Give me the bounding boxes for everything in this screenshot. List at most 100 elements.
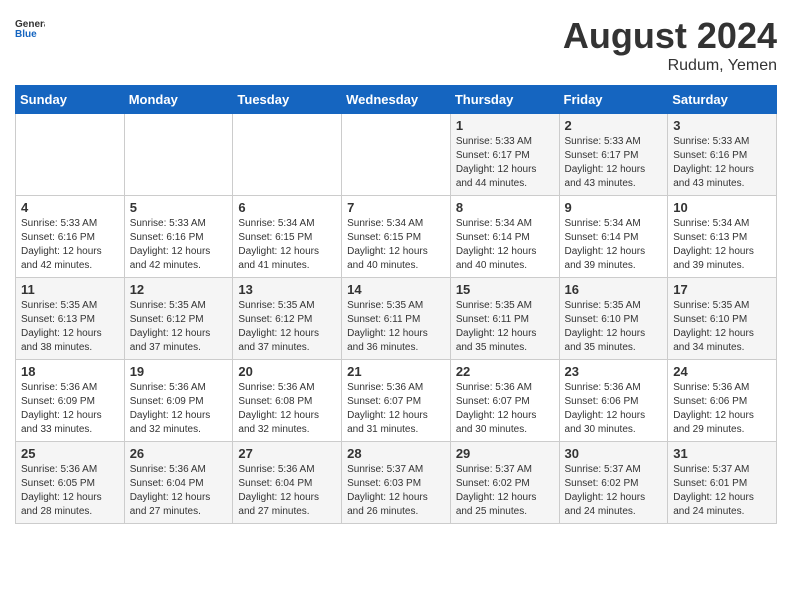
day-info: Sunrise: 5:37 AM Sunset: 6:03 PM Dayligh… [347, 463, 445, 519]
day-number: 4 [21, 200, 119, 215]
day-number: 19 [130, 364, 228, 379]
day-info: Sunrise: 5:36 AM Sunset: 6:06 PM Dayligh… [673, 381, 771, 437]
day-number: 17 [673, 282, 771, 297]
day-cell: 16 Sunrise: 5:35 AM Sunset: 6:10 PM Dayli… [559, 278, 668, 360]
day-header-wednesday: Wednesday [342, 86, 451, 114]
logo-icon: General Blue [15, 15, 45, 37]
day-info: Sunrise: 5:35 AM Sunset: 6:10 PM Dayligh… [565, 299, 663, 355]
day-cell [342, 114, 451, 196]
day-info: Sunrise: 5:37 AM Sunset: 6:02 PM Dayligh… [456, 463, 554, 519]
day-cell: 2Sunrise: 5:33 AM Sunset: 6:17 PM Daylig… [559, 114, 668, 196]
day-info: Sunrise: 5:36 AM Sunset: 6:08 PM Dayligh… [238, 381, 336, 437]
day-cell [124, 114, 233, 196]
day-number: 26 [130, 446, 228, 461]
day-header-monday: Monday [124, 86, 233, 114]
day-info: Sunrise: 5:37 AM Sunset: 6:02 PM Dayligh… [565, 463, 663, 519]
svg-text:Blue: Blue [15, 29, 37, 37]
day-info: Sunrise: 5:34 AM Sunset: 6:13 PM Dayligh… [673, 217, 771, 273]
day-cell: 6 Sunrise: 5:34 AM Sunset: 6:15 PM Daylig… [233, 196, 342, 278]
day-info: Sunrise: 5:34 AM Sunset: 6:15 PM Dayligh… [347, 217, 445, 273]
day-cell: 15Sunrise: 5:35 AM Sunset: 6:11 PM Dayli… [450, 278, 559, 360]
day-cell: 12 Sunrise: 5:35 AM Sunset: 6:12 PM Dayli… [124, 278, 233, 360]
day-cell: 19 Sunrise: 5:36 AM Sunset: 6:09 PM Dayli… [124, 360, 233, 442]
day-cell: 1 Sunrise: 5:33 AM Sunset: 6:17 PM Daylig… [450, 114, 559, 196]
day-info: Sunrise: 5:33 AM Sunset: 6:16 PM Dayligh… [673, 135, 771, 191]
week-row-2: 4 Sunrise: 5:33 AM Sunset: 6:16 PM Daylig… [16, 196, 777, 278]
day-cell: 24Sunrise: 5:36 AM Sunset: 6:06 PM Dayli… [668, 360, 777, 442]
day-cell: 25Sunrise: 5:36 AM Sunset: 6:05 PM Dayli… [16, 442, 125, 524]
day-cell: 9Sunrise: 5:34 AM Sunset: 6:14 PM Daylig… [559, 196, 668, 278]
day-number: 31 [673, 446, 771, 461]
day-cell: 29 Sunrise: 5:37 AM Sunset: 6:02 PM Dayli… [450, 442, 559, 524]
days-header-row: SundayMondayTuesdayWednesdayThursdayFrid… [16, 86, 777, 114]
week-row-1: 1 Sunrise: 5:33 AM Sunset: 6:17 PM Daylig… [16, 114, 777, 196]
day-info: Sunrise: 5:35 AM Sunset: 6:13 PM Dayligh… [21, 299, 119, 355]
day-info: Sunrise: 5:34 AM Sunset: 6:14 PM Dayligh… [456, 217, 554, 273]
day-info: Sunrise: 5:37 AM Sunset: 6:01 PM Dayligh… [673, 463, 771, 519]
day-info: Sunrise: 5:35 AM Sunset: 6:11 PM Dayligh… [347, 299, 445, 355]
day-number: 18 [21, 364, 119, 379]
day-info: Sunrise: 5:35 AM Sunset: 6:12 PM Dayligh… [238, 299, 336, 355]
week-row-3: 11 Sunrise: 5:35 AM Sunset: 6:13 PM Dayli… [16, 278, 777, 360]
logo: General Blue [15, 15, 45, 37]
day-info: Sunrise: 5:36 AM Sunset: 6:07 PM Dayligh… [347, 381, 445, 437]
day-number: 5 [130, 200, 228, 215]
day-info: Sunrise: 5:36 AM Sunset: 6:06 PM Dayligh… [565, 381, 663, 437]
day-cell [233, 114, 342, 196]
day-info: Sunrise: 5:35 AM Sunset: 6:10 PM Dayligh… [673, 299, 771, 355]
day-info: Sunrise: 5:35 AM Sunset: 6:12 PM Dayligh… [130, 299, 228, 355]
week-row-5: 25Sunrise: 5:36 AM Sunset: 6:05 PM Dayli… [16, 442, 777, 524]
day-cell: 4Sunrise: 5:33 AM Sunset: 6:16 PM Daylig… [16, 196, 125, 278]
day-number: 27 [238, 446, 336, 461]
day-cell: 23 Sunrise: 5:36 AM Sunset: 6:06 PM Dayli… [559, 360, 668, 442]
day-cell: 7 Sunrise: 5:34 AM Sunset: 6:15 PM Daylig… [342, 196, 451, 278]
day-cell: 8Sunrise: 5:34 AM Sunset: 6:14 PM Daylig… [450, 196, 559, 278]
title-block: August 2024 Rudum, Yemen [563, 15, 777, 75]
day-info: Sunrise: 5:36 AM Sunset: 6:09 PM Dayligh… [130, 381, 228, 437]
day-cell: 30Sunrise: 5:37 AM Sunset: 6:02 PM Dayli… [559, 442, 668, 524]
day-cell: 17 Sunrise: 5:35 AM Sunset: 6:10 PM Dayli… [668, 278, 777, 360]
day-info: Sunrise: 5:34 AM Sunset: 6:15 PM Dayligh… [238, 217, 336, 273]
day-info: Sunrise: 5:36 AM Sunset: 6:09 PM Dayligh… [21, 381, 119, 437]
day-info: Sunrise: 5:33 AM Sunset: 6:17 PM Dayligh… [565, 135, 663, 191]
day-info: Sunrise: 5:33 AM Sunset: 6:17 PM Dayligh… [456, 135, 554, 191]
day-number: 7 [347, 200, 445, 215]
day-header-thursday: Thursday [450, 86, 559, 114]
day-info: Sunrise: 5:36 AM Sunset: 6:04 PM Dayligh… [130, 463, 228, 519]
day-number: 21 [347, 364, 445, 379]
day-cell: 31 Sunrise: 5:37 AM Sunset: 6:01 PM Dayli… [668, 442, 777, 524]
calendar-table: SundayMondayTuesdayWednesdayThursdayFrid… [15, 85, 777, 524]
day-number: 3 [673, 118, 771, 133]
day-cell: 13Sunrise: 5:35 AM Sunset: 6:12 PM Dayli… [233, 278, 342, 360]
day-cell [16, 114, 125, 196]
month-year: August 2024 [563, 15, 777, 57]
day-info: Sunrise: 5:33 AM Sunset: 6:16 PM Dayligh… [130, 217, 228, 273]
day-info: Sunrise: 5:35 AM Sunset: 6:11 PM Dayligh… [456, 299, 554, 355]
location: Rudum, Yemen [563, 57, 777, 75]
day-info: Sunrise: 5:36 AM Sunset: 6:07 PM Dayligh… [456, 381, 554, 437]
day-number: 29 [456, 446, 554, 461]
day-info: Sunrise: 5:36 AM Sunset: 6:04 PM Dayligh… [238, 463, 336, 519]
day-number: 11 [21, 282, 119, 297]
day-header-friday: Friday [559, 86, 668, 114]
day-number: 16 [565, 282, 663, 297]
day-cell: 26 Sunrise: 5:36 AM Sunset: 6:04 PM Dayli… [124, 442, 233, 524]
day-number: 28 [347, 446, 445, 461]
day-cell: 3 Sunrise: 5:33 AM Sunset: 6:16 PM Daylig… [668, 114, 777, 196]
day-number: 1 [456, 118, 554, 133]
day-cell: 14Sunrise: 5:35 AM Sunset: 6:11 PM Dayli… [342, 278, 451, 360]
day-cell: 5 Sunrise: 5:33 AM Sunset: 6:16 PM Daylig… [124, 196, 233, 278]
day-cell: 21 Sunrise: 5:36 AM Sunset: 6:07 PM Dayli… [342, 360, 451, 442]
day-cell: 18 Sunrise: 5:36 AM Sunset: 6:09 PM Dayli… [16, 360, 125, 442]
day-number: 25 [21, 446, 119, 461]
day-header-sunday: Sunday [16, 86, 125, 114]
day-number: 6 [238, 200, 336, 215]
day-number: 12 [130, 282, 228, 297]
week-row-4: 18 Sunrise: 5:36 AM Sunset: 6:09 PM Dayli… [16, 360, 777, 442]
day-number: 23 [565, 364, 663, 379]
day-cell: 22Sunrise: 5:36 AM Sunset: 6:07 PM Dayli… [450, 360, 559, 442]
day-number: 20 [238, 364, 336, 379]
day-cell: 27 Sunrise: 5:36 AM Sunset: 6:04 PM Dayli… [233, 442, 342, 524]
day-cell: 10Sunrise: 5:34 AM Sunset: 6:13 PM Dayli… [668, 196, 777, 278]
day-header-saturday: Saturday [668, 86, 777, 114]
